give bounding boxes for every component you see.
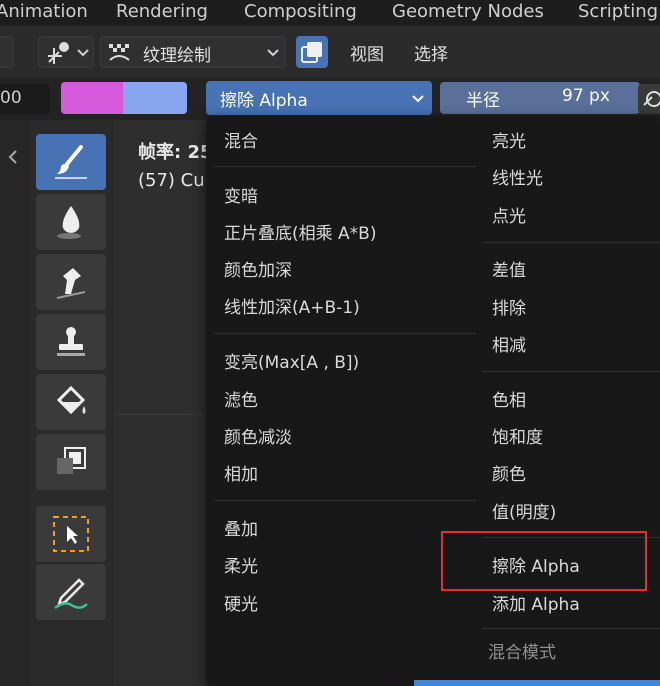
pressure-toggle[interactable] — [638, 84, 660, 114]
clone-tool-button[interactable] — [36, 314, 106, 370]
menu-item-linear-burn[interactable]: 线性加深(A+B-1) — [224, 293, 360, 318]
grid-line — [114, 414, 206, 415]
status-strip — [414, 680, 660, 686]
menu-separator — [482, 242, 660, 243]
menu-item-add[interactable]: 相加 — [224, 460, 258, 485]
menu-item-screen[interactable]: 滤色 — [224, 386, 258, 411]
tab-geometry-nodes[interactable]: Geometry Nodes — [392, 0, 544, 24]
chevron-down-icon — [77, 49, 89, 57]
mask-tool-button[interactable] — [36, 434, 106, 490]
mask-icon — [57, 447, 86, 474]
menu-item-color-burn[interactable]: 颜色加深 — [224, 256, 292, 281]
soften-tool-button[interactable] — [36, 194, 106, 250]
menu-item-lighten[interactable]: 变亮(Max[A , B]) — [224, 348, 359, 373]
menu-item-mix[interactable]: 混合 — [224, 127, 258, 152]
radius-value: 97 px — [562, 86, 610, 106]
primary-color-swatch[interactable] — [61, 82, 123, 114]
menu-separator — [214, 333, 476, 334]
blend-mode-dropdown[interactable]: 擦除 Alpha — [206, 81, 432, 115]
droplet-icon — [57, 206, 81, 239]
tab-compositing[interactable]: Compositing — [244, 0, 357, 24]
secondary-color-swatch[interactable] — [123, 82, 187, 114]
menu-separator — [214, 166, 476, 167]
chevron-down-icon — [412, 95, 424, 103]
overlay-toggle-button[interactable] — [296, 36, 328, 68]
chevron-left-icon[interactable] — [8, 150, 18, 164]
tab-animation[interactable]: Animation — [0, 0, 88, 24]
brush-icon — [55, 145, 87, 179]
menu-separator — [482, 628, 660, 629]
tab-rendering[interactable]: Rendering — [116, 0, 208, 24]
left-gutter — [0, 120, 30, 686]
menu-item-value[interactable]: 值(明度) — [492, 498, 556, 523]
radius-label: 半径 — [466, 91, 500, 111]
fill-tool-button[interactable] — [36, 374, 106, 430]
menu-item-hard-light[interactable]: 硬光 — [224, 590, 258, 615]
blend-mode-value: 擦除 Alpha — [220, 91, 308, 111]
smear-tool-button[interactable] — [36, 254, 106, 310]
object-label: (57) Cu — [138, 170, 205, 191]
menu-item-color[interactable]: 颜色 — [492, 460, 526, 485]
radius-slider[interactable]: 半径 97 px — [440, 82, 640, 114]
menu-item-soft-light[interactable]: 柔光 — [224, 552, 258, 577]
tab-scripting[interactable]: Scripting — [578, 0, 658, 24]
menu-item-linear-light[interactable]: 线性光 — [492, 164, 543, 189]
header-left-button[interactable] — [0, 36, 14, 68]
menu-item-subtract[interactable]: 相减 — [492, 331, 526, 356]
pressure-icon — [643, 91, 660, 107]
menu-item-darken[interactable]: 变暗 — [224, 182, 258, 207]
editor-type-icon — [48, 42, 69, 64]
editor-type-dropdown[interactable] — [38, 36, 94, 68]
menu-item-multiply[interactable]: 正片叠底(相乘 A*B) — [224, 219, 376, 244]
menu-select[interactable]: 选择 — [414, 40, 448, 65]
select-box-icon — [53, 516, 89, 552]
editor-header: 纹理绘制 视图 选择 — [0, 26, 660, 78]
layers-icon — [301, 42, 322, 63]
menu-separator — [214, 500, 476, 501]
annotate-tool-button[interactable] — [36, 564, 106, 620]
blend-mode-menu: 混合 变暗 正片叠底(相乘 A*B) 颜色加深 线性加深(A+B-1) 变亮(M… — [206, 116, 660, 686]
menu-item-exclusion[interactable]: 排除 — [492, 294, 526, 319]
paint-bucket-icon — [56, 385, 86, 415]
select-box-tool-button[interactable] — [36, 506, 106, 562]
stamp-icon — [57, 327, 85, 356]
fps-label: 帧率: 25 — [138, 142, 213, 163]
menu-item-pin-light[interactable]: 点光 — [492, 202, 526, 227]
pencil-icon — [54, 578, 88, 609]
menu-item-vivid-light[interactable]: 亮光 — [492, 127, 526, 152]
menu-separator — [482, 371, 660, 372]
mode-label: 纹理绘制 — [143, 46, 211, 66]
smear-icon — [56, 268, 86, 299]
menu-item-add-alpha[interactable]: 添加 Alpha — [492, 590, 580, 615]
draw-tool-button[interactable] — [36, 134, 106, 190]
highlight-box — [441, 531, 647, 591]
workspace-tabs: Animation Rendering Compositing Geometry… — [0, 0, 660, 26]
menu-item-overlay[interactable]: 叠加 — [224, 515, 258, 540]
menu-item-hue[interactable]: 色相 — [492, 386, 526, 411]
menu-view[interactable]: 视图 — [350, 40, 384, 65]
menu-item-difference[interactable]: 差值 — [492, 256, 526, 281]
chevron-down-icon — [267, 49, 279, 57]
menu-title: 混合模式 — [488, 643, 556, 663]
menu-item-saturation[interactable]: 饱和度 — [492, 423, 543, 448]
number-field-value: 00 — [0, 88, 22, 108]
mode-dropdown[interactable]: 纹理绘制 — [100, 36, 286, 68]
number-field[interactable]: 00 — [0, 84, 50, 114]
tool-shelf — [30, 126, 114, 626]
texture-paint-icon — [109, 44, 130, 61]
menu-item-color-dodge[interactable]: 颜色减淡 — [224, 423, 292, 448]
